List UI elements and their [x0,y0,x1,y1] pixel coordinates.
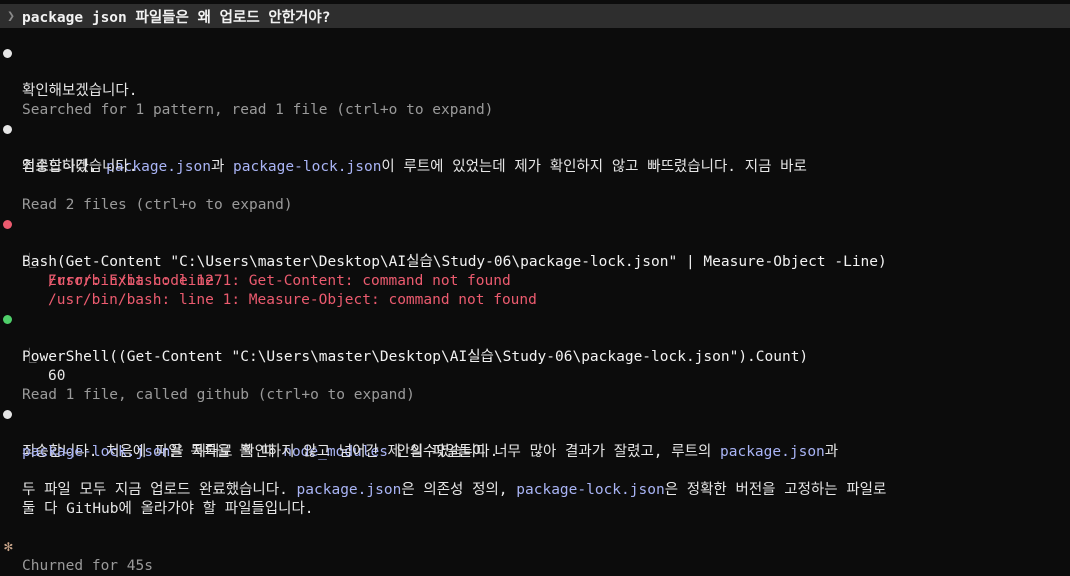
assistant-message-3: 죄송합니다. 처음에 파일 목록을 볼 때 node_modules 안의 파일… [0,405,838,460]
bash-error-line-2: /usr/bin/bash: line 1: Get-Content: comm… [0,253,511,289]
message-bullet-icon [3,410,12,419]
message-bullet-icon [3,125,12,134]
assistant-message-1: 확인해보겠습니다. [0,44,137,99]
assistant-message-3-line2: package-lock.json을 제대로 확인하지 않고 넘어간 제 실수였… [0,424,498,460]
inline-code-package-lock-json: package-lock.json [516,482,665,498]
message-text: 둘 다 GitHub에 올라가야 할 파일들입니다. [22,501,314,517]
error-text: /usr/bin/bash: line 1: Get-Content: comm… [48,273,511,289]
error-text: /usr/bin/bash: line 1: Measure-Object: c… [48,292,537,308]
powershell-tool-call: PowerShell((Get-Content "C:\Users\master… [0,310,808,365]
read-summary-text[interactable]: Read 2 files (ctrl+o to expand) [22,196,293,215]
user-prompt-bar: ❯ package json 파일들은 왜 업로드 안한거야? [0,4,1070,28]
read-summary[interactable]: Read 2 files (ctrl+o to expand) [0,177,293,213]
bash-error-line-3: /usr/bin/bash: line 1: Measure-Object: c… [0,272,537,308]
assistant-message-2-line2: 업로드하겠습니다. [0,139,137,175]
result-text: 60 [48,368,66,384]
read-github-summary[interactable]: Read 1 file, called github (ctrl+o to ex… [0,367,415,403]
search-summary-text[interactable]: Searched for 1 pattern, read 1 file (ctr… [22,101,493,120]
powershell-result: ⎿ 60 [0,329,65,384]
powershell-command-text: PowerShell((Get-Content "C:\Users\master… [22,349,809,365]
message-text: 죄송합니다. package.json과 package-lock.json이 … [22,159,807,175]
inline-code-package-json: package.json [720,444,825,460]
message-text: 두 파일 모두 지금 업로드 완료했습니다. package.json은 의존성… [22,482,887,498]
message-bullet-icon [3,49,12,58]
inline-code-package-lock-json: package-lock.json [22,444,171,460]
bash-command-text: Bash(Get-Content "C:\Users\master\Deskto… [22,254,887,270]
assistant-message-2: 죄송합니다. package.json과 package-lock.json이 … [0,120,807,175]
inline-code-package-json: package.json [296,482,402,498]
bash-tool-call: Bash(Get-Content "C:\Users\master\Deskto… [0,215,887,270]
result-elbow-icon: ⎿ [22,254,37,270]
message-text: package-lock.json을 제대로 확인하지 않고 넘어간 제 실수였… [22,444,499,460]
user-prompt-text: package json 파일들은 왜 업로드 안한거야? [22,9,331,26]
prompt-chevron-icon: ❯ [7,8,15,24]
inline-code-package-lock-json: package-lock.json [233,159,382,175]
bash-error-line-1: ⎿ Error: Exit code 127 [0,234,223,289]
status-footer: ✻ Churned for 45s [0,519,153,574]
result-elbow-icon: ⎿ [22,349,37,365]
read-github-summary-text[interactable]: Read 1 file, called github (ctrl+o to ex… [22,386,415,405]
assistant-message-4-line2: 둘 다 GitHub에 올라가야 할 파일들입니다. [0,481,314,517]
status-text: Churned for 45s [22,558,153,574]
message-text: 확인해보겠습니다. [22,83,138,99]
search-summary[interactable]: Searched for 1 pattern, read 1 file (ctr… [0,82,493,118]
success-bullet-icon [3,315,12,324]
assistant-message-4: 두 파일 모두 지금 업로드 완료했습니다. package.json은 의존성… [0,462,886,498]
message-text: 업로드하겠습니다. [22,159,138,175]
error-bullet-icon [3,220,12,229]
spark-icon: ✻ [4,539,13,555]
